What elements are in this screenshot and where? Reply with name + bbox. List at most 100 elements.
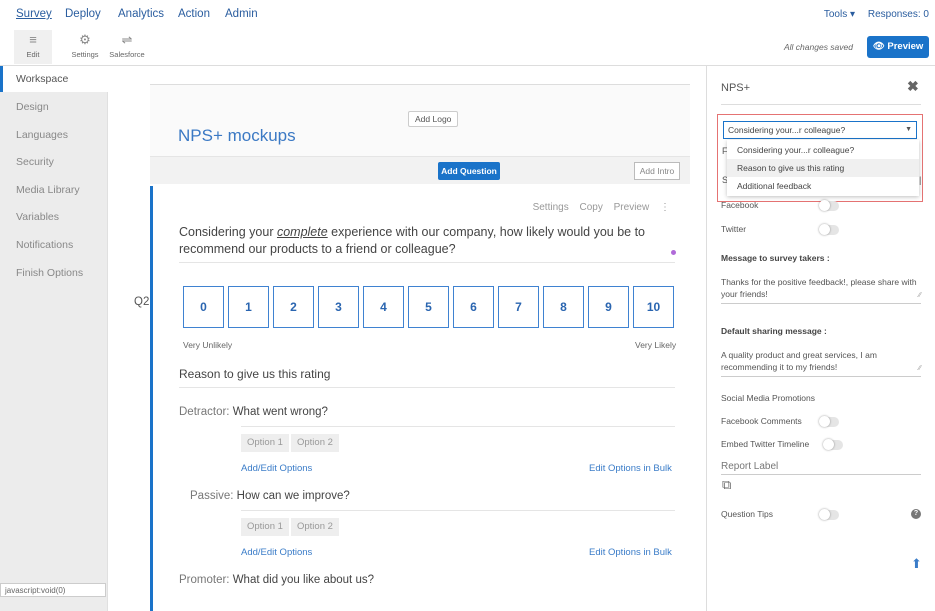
report-label-input[interactable]: Report Label <box>721 461 921 475</box>
salesforce-label: Salesforce <box>109 50 145 59</box>
detractor-option-2[interactable]: Option 2 <box>291 434 339 452</box>
default-message-textarea[interactable]: A quality product and great services, I … <box>721 349 921 377</box>
detractor-row[interactable]: Detractor: What went wrong? <box>179 406 328 418</box>
question-actions: Settings Copy Preview ⋮ <box>525 202 670 213</box>
sidebar-item-workspace[interactable]: Workspace <box>0 66 108 92</box>
twitter-toggle[interactable] <box>819 224 839 235</box>
preview-button[interactable]: 👁 Preview <box>867 36 929 58</box>
question-block[interactable]: Settings Copy Preview ⋮ Considering your… <box>150 186 690 611</box>
scale-option-2[interactable]: 2 <box>273 286 314 328</box>
question-copy-link[interactable]: Copy <box>580 202 603 213</box>
embed-twitter-toggle[interactable] <box>823 439 843 450</box>
nav-admin[interactable]: Admin <box>225 8 258 20</box>
detractor-divider <box>241 426 675 427</box>
scale-option-5[interactable]: 5 <box>408 286 449 328</box>
message-textarea[interactable]: Thanks for the positive feedback!, pleas… <box>721 276 921 304</box>
reason-question-label[interactable]: Reason to give us this rating <box>179 367 675 388</box>
edit-icon: ≡ <box>29 32 37 47</box>
dropdown-option-2[interactable]: Reason to give us this rating <box>727 159 919 177</box>
embed-twitter-label: Embed Twitter Timeline <box>721 439 810 449</box>
survey-title[interactable]: NPS+ mockups <box>178 126 296 146</box>
edit-button[interactable]: ≡ Edit <box>14 30 52 64</box>
detractor-edit-bulk-link[interactable]: Edit Options in Bulk <box>589 463 672 474</box>
settings-button[interactable]: ⚙ Settings <box>66 30 104 64</box>
scale-option-3[interactable]: 3 <box>318 286 359 328</box>
status-bar-url: javascript:void(0) <box>0 583 106 597</box>
question-select-dropdown[interactable]: Considering your...r colleague? ▼ <box>723 121 917 139</box>
editor-toolbar: ≡ Edit ⚙ Settings ⇌ Salesforce All chang… <box>0 28 935 66</box>
message-label: Message to survey takers : <box>721 253 830 263</box>
sidebar-item-security[interactable]: Security <box>0 149 108 175</box>
scale-option-1[interactable]: 1 <box>228 286 269 328</box>
promoter-label: Promoter: <box>179 574 230 586</box>
save-status: All changes saved <box>784 42 853 52</box>
add-intro-button[interactable]: Add Intro <box>634 162 680 180</box>
nav-survey[interactable]: Survey <box>16 8 52 20</box>
add-logo-button[interactable]: Add Logo <box>408 111 459 127</box>
question-text-start: Considering your <box>179 225 277 239</box>
properties-panel: NPS+ ✖ Considering your...r colleague? ▼… <box>706 66 935 611</box>
more-options-icon[interactable]: ⋮ <box>660 202 670 213</box>
promoter-row[interactable]: Promoter: What did you like about us? <box>179 574 374 586</box>
hidden-control-fragment: | <box>919 175 922 185</box>
scale-option-4[interactable]: 4 <box>363 286 404 328</box>
nav-action[interactable]: Action <box>178 8 210 20</box>
scale-option-0[interactable]: 0 <box>183 286 224 328</box>
question-text[interactable]: Considering your complete experience wit… <box>179 224 675 263</box>
dropdown-option-1[interactable]: Considering your...r colleague? <box>727 141 919 159</box>
question-number: Q2 <box>134 296 150 308</box>
passive-edit-bulk-link[interactable]: Edit Options in Bulk <box>589 547 672 558</box>
passive-option-1[interactable]: Option 1 <box>241 518 289 536</box>
promoter-question: What did you like about us? <box>232 574 374 586</box>
question-preview-link[interactable]: Preview <box>614 202 650 213</box>
sidebar-item-languages[interactable]: Languages <box>0 122 108 148</box>
help-icon[interactable]: ? <box>911 509 921 519</box>
close-icon[interactable]: ✖ <box>907 78 919 95</box>
scale-option-10[interactable]: 10 <box>633 286 674 328</box>
salesforce-button[interactable]: ⇌ Salesforce <box>108 30 146 64</box>
question-tips-toggle[interactable] <box>819 509 839 520</box>
scale-low-label: Very Unlikely <box>183 340 233 350</box>
question-tips-label: Question Tips <box>721 509 773 519</box>
default-message-text: A quality product and great services, I … <box>721 350 877 372</box>
question-settings-link[interactable]: Settings <box>533 202 569 213</box>
sidebar-item-finish-options[interactable]: Finish Options <box>0 260 108 286</box>
resize-handle-icon-2[interactable]: ∕∕ <box>919 363 921 375</box>
nav-analytics[interactable]: Analytics <box>118 8 164 20</box>
sidebar-item-design[interactable]: Design <box>0 94 108 120</box>
scroll-to-top-icon[interactable]: ⬆ <box>911 556 922 572</box>
dropdown-option-3[interactable]: Additional feedback <box>727 177 919 195</box>
gear-icon: ⚙ <box>79 32 91 47</box>
detractor-question: What went wrong? <box>232 406 328 418</box>
salesforce-icon: ⇌ <box>121 32 133 47</box>
question-toolbar: Add Question Add Intro <box>150 156 690 184</box>
detractor-add-edit-options-link[interactable]: Add/Edit Options <box>241 463 312 474</box>
message-text: Thanks for the positive feedback!, pleas… <box>721 277 917 299</box>
facebook-toggle[interactable] <box>819 200 839 211</box>
scale-option-9[interactable]: 9 <box>588 286 629 328</box>
detractor-option-1[interactable]: Option 1 <box>241 434 289 452</box>
sidebar-item-variables[interactable]: Variables <box>0 204 108 230</box>
passive-label: Passive: <box>190 490 234 502</box>
responses-count[interactable]: Responses: 0 <box>868 9 929 20</box>
resize-handle-icon[interactable]: ∕∕ <box>919 290 921 302</box>
passive-row[interactable]: Passive: How can we improve? <box>190 490 350 502</box>
scale-option-6[interactable]: 6 <box>453 286 494 328</box>
caret-down-icon: ▼ <box>905 126 912 133</box>
tools-menu[interactable]: Tools ▾ <box>824 9 855 20</box>
add-question-button[interactable]: Add Question <box>438 162 500 180</box>
scale-option-8[interactable]: 8 <box>543 286 584 328</box>
scale-option-7[interactable]: 7 <box>498 286 539 328</box>
passive-question: How can we improve? <box>236 490 350 502</box>
facebook-comments-toggle[interactable] <box>819 416 839 427</box>
panel-title: NPS+ <box>721 82 751 94</box>
dropdown-menu: Considering your...r colleague? Reason t… <box>727 140 919 196</box>
sidebar-item-notifications[interactable]: Notifications <box>0 232 108 258</box>
sidebar-item-media-library[interactable]: Media Library <box>0 177 108 203</box>
settings-label: Settings <box>71 50 99 59</box>
nav-deploy[interactable]: Deploy <box>65 8 101 20</box>
passive-add-edit-options-link[interactable]: Add/Edit Options <box>241 547 312 558</box>
external-link-icon[interactable]: ⧉ <box>722 477 731 493</box>
passive-option-2[interactable]: Option 2 <box>291 518 339 536</box>
scale-high-label: Very Likely <box>635 340 677 350</box>
